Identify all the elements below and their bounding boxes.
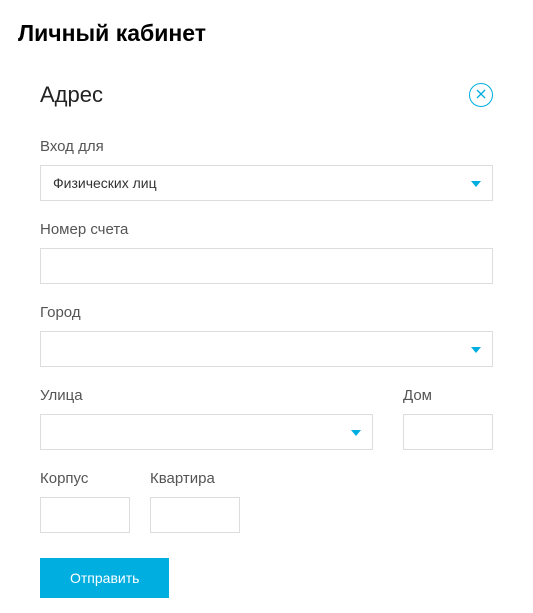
form-header: Адрес — [40, 82, 493, 108]
city-group: Город — [40, 304, 493, 367]
city-label: Город — [40, 304, 493, 321]
street-house-row: Улица Дом — [40, 387, 493, 450]
entry-for-value: Физических лиц — [40, 165, 493, 201]
entry-for-select[interactable]: Физических лиц — [40, 165, 493, 201]
form-title: Адрес — [40, 82, 103, 108]
street-group: Улица — [40, 387, 373, 450]
city-value — [40, 331, 493, 367]
building-input[interactable] — [40, 497, 130, 533]
house-group: Дом — [403, 387, 493, 450]
entry-for-group: Вход для Физических лиц — [40, 138, 493, 201]
house-input[interactable] — [403, 414, 493, 450]
apartment-label: Квартира — [150, 470, 240, 487]
street-label: Улица — [40, 387, 373, 404]
house-label: Дом — [403, 387, 493, 404]
account-number-label: Номер счета — [40, 221, 493, 238]
entry-for-label: Вход для — [40, 138, 493, 155]
building-label: Корпус — [40, 470, 130, 487]
account-number-input[interactable] — [40, 248, 493, 284]
submit-button[interactable]: Отправить — [40, 558, 169, 598]
city-select[interactable] — [40, 331, 493, 367]
account-number-group: Номер счета — [40, 221, 493, 284]
street-value — [40, 414, 373, 450]
close-icon — [476, 89, 486, 101]
building-group: Корпус — [40, 470, 130, 533]
apartment-input[interactable] — [150, 497, 240, 533]
street-select[interactable] — [40, 414, 373, 450]
page-title: Личный кабинет — [18, 20, 515, 47]
close-button[interactable] — [469, 83, 493, 107]
address-form: Адрес Вход для Физических лиц Номер счет… — [18, 82, 515, 598]
apartment-group: Квартира — [150, 470, 240, 533]
building-apartment-row: Корпус Квартира — [40, 470, 493, 533]
